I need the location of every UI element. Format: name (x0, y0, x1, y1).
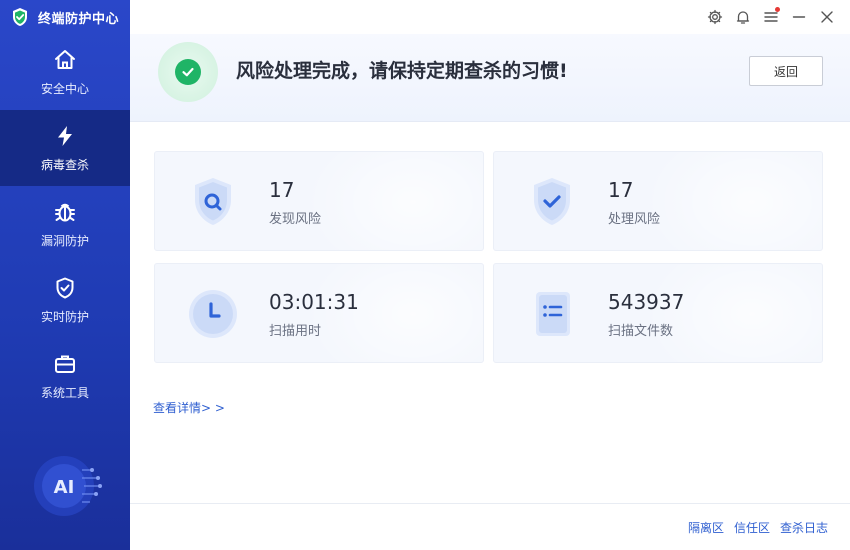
sidebar-item-security-center[interactable]: 安全中心 (0, 34, 130, 110)
window-controls (706, 7, 836, 26)
scan-log-link[interactable]: 查杀日志 (780, 519, 828, 536)
notification-dot (775, 7, 780, 12)
menu-button[interactable] (762, 7, 780, 26)
notifications-button[interactable] (734, 8, 752, 26)
ai-assistant-icon[interactable]: AI (28, 448, 104, 524)
close-icon (821, 11, 833, 23)
result-message: 风险处理完成，请保持定期查杀的习惯! (236, 60, 568, 82)
document-list-icon (536, 292, 570, 336)
sidebar-item-label: 病毒查杀 (40, 157, 89, 172)
status-indicator (158, 42, 218, 102)
return-button[interactable]: 返回 (749, 56, 823, 86)
stat-card-scanned-files: 543937 扫描文件数 (493, 263, 823, 363)
close-button[interactable] (818, 8, 836, 26)
stat-label: 扫描用时 (269, 324, 322, 339)
stat-value: 17 (608, 178, 634, 202)
bell-icon (736, 11, 750, 24)
brand: 终端防护中心 (0, 0, 130, 34)
minimize-icon (792, 16, 806, 18)
sidebar-item-vulnerability-protection[interactable]: 漏洞防护 (0, 186, 130, 262)
lightning-icon (58, 125, 72, 146)
settings-button[interactable] (706, 8, 724, 26)
toolbox-icon (55, 355, 75, 373)
sidebar-item-label: 实时防护 (40, 309, 89, 324)
stat-card-scan-duration: 03:01:31 扫描用时 (154, 263, 484, 363)
shield-search-icon (195, 178, 231, 225)
sidebar-item-label: 系统工具 (40, 385, 89, 400)
home-icon (55, 49, 75, 69)
shield-check-icon (56, 277, 74, 298)
gear-icon (707, 9, 723, 25)
sidebar: 终端防护中心 安全中心 病毒查杀 漏洞防护 实时防护 系统工具 AI (0, 0, 130, 550)
footer: 隔离区 信任区 查杀日志 (130, 503, 850, 550)
stat-card-handled-risks: 17 处理风险 (493, 151, 823, 251)
app-title: 终端防护中心 (38, 11, 120, 27)
sidebar-item-realtime-protection[interactable]: 实时防护 (0, 262, 130, 338)
minimize-button[interactable] (790, 8, 808, 26)
stat-label: 处理风险 (608, 212, 661, 227)
quarantine-link[interactable]: 隔离区 (688, 519, 724, 536)
stat-label: 发现风险 (269, 212, 322, 227)
ai-badge-text: AI (54, 477, 75, 498)
sidebar-item-label: 安全中心 (40, 81, 89, 96)
shield-check-icon (534, 178, 570, 225)
bug-icon (55, 203, 75, 221)
stat-value: 543937 (608, 290, 685, 314)
stat-label: 扫描文件数 (608, 324, 674, 339)
app-logo-icon (13, 8, 27, 26)
check-icon (182, 67, 194, 77)
clock-icon (189, 290, 237, 338)
trust-zone-link[interactable]: 信任区 (734, 519, 770, 536)
stat-value: 17 (269, 178, 295, 202)
result-banner: 风险处理完成，请保持定期查杀的习惯! 返回 (130, 34, 850, 122)
sidebar-item-label: 漏洞防护 (40, 233, 89, 248)
view-details-link[interactable]: 查看详情> > (153, 399, 225, 416)
stat-card-found-risks: 17 发现风险 (154, 151, 484, 251)
stat-value: 03:01:31 (269, 290, 359, 314)
sidebar-item-system-tools[interactable]: 系统工具 (0, 338, 130, 414)
sidebar-item-virus-scan[interactable]: 病毒查杀 (0, 110, 130, 186)
